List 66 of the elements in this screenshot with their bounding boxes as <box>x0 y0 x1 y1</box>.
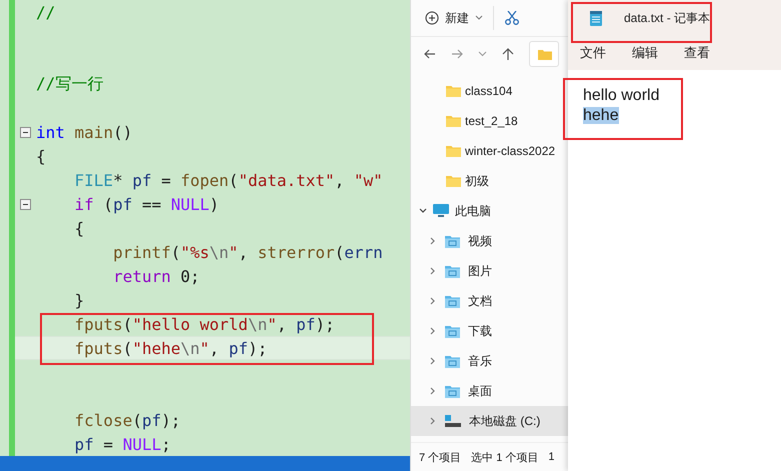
folder-icon <box>445 264 460 278</box>
folder-icon <box>445 324 460 338</box>
folder-icon <box>446 175 461 187</box>
code-line: int main() <box>36 122 132 142</box>
menu-item[interactable]: 编辑 <box>632 42 658 64</box>
menu-item[interactable]: 查看 <box>684 42 710 64</box>
code-line: //写一行 <box>36 74 104 94</box>
status-text: 选中 1 个项目 <box>471 450 538 464</box>
chevron-icon[interactable] <box>429 237 437 245</box>
code-line: fputs("hehe\n", pf); <box>74 338 268 358</box>
caret-icon <box>475 15 483 21</box>
forward-icon[interactable] <box>451 48 463 60</box>
tree-item[interactable]: test_2_18 <box>411 106 568 136</box>
code-line: fputs("hello world\n", pf); <box>74 314 335 334</box>
tree-item[interactable]: class104 <box>411 76 568 106</box>
chevron-icon[interactable] <box>429 357 437 365</box>
code-line: FILE* pf = fopen("data.txt", "w" <box>74 170 383 190</box>
folder-icon <box>445 354 460 368</box>
folder-icon <box>445 234 460 248</box>
code-line: // <box>36 2 56 22</box>
address-field[interactable] <box>529 41 559 67</box>
chevron-icon[interactable] <box>429 267 437 275</box>
notepad-icon <box>590 10 602 26</box>
chevron-icon[interactable] <box>419 207 427 215</box>
tree-item[interactable]: winter-class2022 <box>411 136 568 166</box>
status-text: 7 个项目 <box>419 450 462 464</box>
tree-item[interactable]: 本地磁盘 (C:) <box>411 406 568 436</box>
collapse-icon[interactable] <box>20 198 31 210</box>
folder-icon <box>446 85 461 97</box>
folder-icon <box>445 384 460 398</box>
folder-icon <box>446 115 461 127</box>
code-line: return 0; <box>112 266 200 286</box>
plus-icon <box>425 11 439 25</box>
code-line: printf("%s\n", strerror(errn <box>112 242 383 262</box>
collapse-icon[interactable] <box>20 126 31 138</box>
folder-icon <box>445 294 460 308</box>
code-line: pf = NULL; <box>74 434 171 454</box>
scissors-icon[interactable] <box>504 11 520 25</box>
menu-item[interactable]: 文件 <box>580 42 606 64</box>
tree-item[interactable]: 文档 <box>411 286 568 316</box>
status-text: 1 <box>548 451 555 463</box>
code-line: if (pf == NULL) <box>74 194 220 214</box>
back-icon[interactable] <box>424 48 436 60</box>
new-button[interactable]: 新建 <box>425 10 483 26</box>
tree-item[interactable]: 下载 <box>411 316 568 346</box>
chevron-icon[interactable] <box>429 327 437 335</box>
tree-item[interactable]: 图片 <box>411 256 568 286</box>
caret-icon[interactable] <box>478 51 487 57</box>
chevron-icon[interactable] <box>429 387 437 395</box>
code-line: { <box>36 146 46 166</box>
tree-item[interactable]: 视频 <box>411 226 568 256</box>
tree-item[interactable]: 桌面 <box>411 376 568 406</box>
tree-item[interactable]: 音乐 <box>411 346 568 376</box>
up-arrow-icon[interactable] <box>502 48 514 60</box>
monitor-icon <box>433 204 449 218</box>
folder-icon <box>538 48 552 60</box>
drive-icon <box>445 414 461 428</box>
text-line: hello world <box>583 87 660 104</box>
code-line: fclose(pf); <box>74 410 180 430</box>
window-title: data.txt - 记事本 <box>624 10 710 26</box>
folder-icon <box>446 145 461 157</box>
chevron-icon[interactable] <box>429 297 437 305</box>
tree-item[interactable]: 初级 <box>411 166 568 196</box>
code-line: } <box>74 290 84 310</box>
code-line: { <box>74 218 84 238</box>
tree-item[interactable]: 此电脑 <box>411 196 568 226</box>
